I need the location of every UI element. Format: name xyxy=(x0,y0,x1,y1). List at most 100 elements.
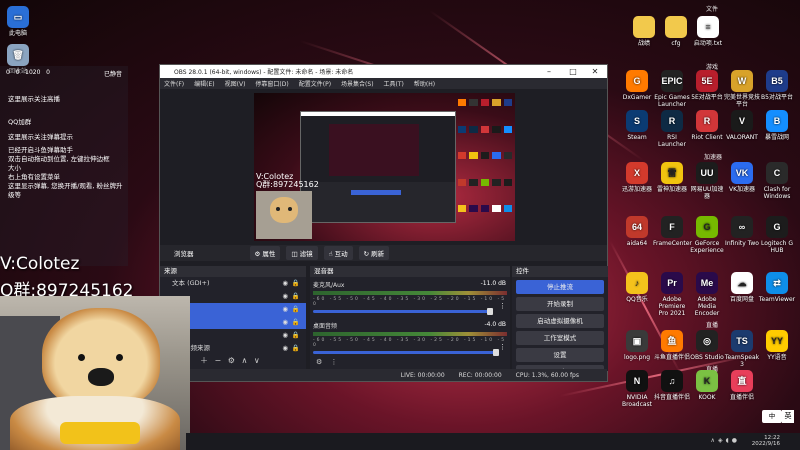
danmaku-stats: 0 0 1020 0 xyxy=(6,69,50,76)
danmaku-panel[interactable]: 0 0 1020 0 已静音 这里展示关注高播 QQ加群 这里展示关注弹幕提示 … xyxy=(0,66,128,266)
desktop-icon-uu[interactable]: UU 网易UU加速器 xyxy=(688,162,726,200)
start-virtual-camera-button[interactable]: 启动虚拟摄像机 xyxy=(516,314,604,328)
studio-mode-button[interactable]: 工作室模式 xyxy=(516,331,604,345)
lock-icon[interactable]: 🔒 xyxy=(292,342,300,355)
mixer-menu-icon[interactable]: ⋮ xyxy=(499,343,506,351)
desktop-icon-obs[interactable]: ◎ OBS Studio xyxy=(688,330,726,361)
menu-file[interactable]: 文件(F) xyxy=(164,79,184,88)
mixer-dock-header: 混音器 xyxy=(310,266,510,277)
eye-icon[interactable]: ◉ xyxy=(282,316,288,329)
system-tray-clock[interactable]: 12:22 2022/9/16 xyxy=(752,435,780,447)
mixer-menu-icon[interactable]: ⋮ xyxy=(499,302,506,310)
desktop-icon-epic-games[interactable]: EPIC Epic Games Launcher xyxy=(653,70,691,108)
menu-tools[interactable]: 工具(T) xyxy=(384,79,404,88)
desktop-icon-valorant[interactable]: V VALORANT xyxy=(723,110,761,141)
menu-docks[interactable]: 停靠窗口(D) xyxy=(255,79,288,88)
settings-button[interactable]: 设置 xyxy=(516,348,604,362)
filters-button[interactable]: ◫ 滤镜 xyxy=(286,246,318,260)
desktop-icon-computer[interactable]: ▭ 此电脑 xyxy=(0,6,40,37)
wechat-tray-icon[interactable]: ● xyxy=(732,437,740,444)
mixer-more-icon[interactable]: ⋮ xyxy=(331,358,338,366)
start-recording-button[interactable]: 开始录制 xyxy=(516,297,604,311)
framecenter-icon: F xyxy=(661,216,683,238)
source-settings-icon[interactable]: ⚙ xyxy=(228,356,235,365)
advanced-audio-icon[interactable]: ⚙ xyxy=(316,358,322,366)
desktop-icon-xunyou[interactable]: X 迅游加速器 xyxy=(618,162,656,193)
desktop-icon-clash[interactable]: C Clash for Windows xyxy=(758,162,796,200)
desktop-icon-leishen[interactable]: 雷雷神加速器 xyxy=(653,162,691,193)
desktop-icon-dxgamer[interactable]: G DxGamer xyxy=(618,70,656,101)
desktop-icon-kook[interactable]: K KOOK xyxy=(688,370,726,401)
desktop-icon-vk[interactable]: VK VK加速器 xyxy=(723,162,761,193)
ime-mode-indicator[interactable]: 中 xyxy=(762,410,782,423)
desktop-icon-teamviewer[interactable]: ⇄ TeamViewer xyxy=(758,272,796,303)
desktop-icon-label: B5对战平台 xyxy=(761,94,793,101)
menu-profile[interactable]: 配置文件(P) xyxy=(299,79,331,88)
desktop-icon-douyin[interactable]: ♫ 抖音直播伴侣 xyxy=(653,370,691,401)
minimize-icon[interactable]: – xyxy=(539,65,559,78)
desktop-icon-premiere[interactable]: Pr Adobe Premiere Pro 2021 xyxy=(653,272,691,317)
desktop-icon-nvidia-broadcast[interactable]: N NVIDIA Broadcast xyxy=(618,370,656,408)
volume-slider[interactable] xyxy=(313,308,493,315)
remove-source-icon[interactable]: − xyxy=(215,356,222,365)
desktop-icon-media-encoder[interactable]: Me Adobe Media Encoder xyxy=(688,272,726,317)
desktop-icon-yy[interactable]: YY YY语音 xyxy=(758,330,796,361)
desktop-icon-steam[interactable]: S Steam xyxy=(618,110,656,141)
desktop-icon-aida64[interactable]: 64 aida64 xyxy=(618,216,656,247)
obs-window[interactable]: OBS 28.0.1 (64-bit, windows) - 配置文件: 未命名… xyxy=(159,64,608,382)
add-source-icon[interactable]: ＋ xyxy=(200,356,208,365)
desktop-icon-logitech[interactable]: G Logitech G HUB xyxy=(758,216,796,254)
refresh-button[interactable]: ↻ 刷新 xyxy=(358,246,390,260)
desktop-icon-battlenet[interactable]: B 暴雪战网 xyxy=(758,110,796,141)
desktop-icon-live-companion[interactable]: 直直播伴侣 xyxy=(723,370,761,401)
menu-help[interactable]: 帮助(H) xyxy=(414,79,435,88)
desktop-icon-teamspeak[interactable]: TS TeamSpeak 3 xyxy=(723,330,761,368)
desktop-icon-geforce[interactable]: G GeForce Experience xyxy=(688,216,726,254)
lock-icon[interactable]: 🔒 xyxy=(292,329,300,342)
network-icon[interactable]: ◈ xyxy=(718,437,726,444)
move-down-icon[interactable]: ∨ xyxy=(254,356,260,365)
chevron-up-icon[interactable]: ∧ xyxy=(711,437,718,444)
properties-button[interactable]: ⚙ 属性 xyxy=(249,246,281,260)
desktop-icon-5e[interactable]: 5E 5E对战平台 xyxy=(688,70,726,101)
menu-edit[interactable]: 编辑(E) xyxy=(194,79,214,88)
desktop-icon-b5[interactable]: B5 B5对战平台 xyxy=(758,70,796,101)
eye-icon[interactable]: ◉ xyxy=(282,277,288,290)
desktop-icon-qq-music[interactable]: ♪ QQ音乐 xyxy=(618,272,656,303)
uu-icon: UU xyxy=(696,162,718,184)
desktop-file-startup[interactable]: ≡ 启动项.txt xyxy=(686,16,730,47)
desktop-icon-infinity[interactable]: ∞ Infinity Two xyxy=(723,216,761,247)
desktop-icon-framecenter[interactable]: F FrameCenter xyxy=(653,216,692,247)
menu-scene-collection[interactable]: 场景集合(S) xyxy=(341,79,374,88)
lock-icon[interactable]: 🔒 xyxy=(292,316,300,329)
leishen-icon: 雷 xyxy=(661,162,683,184)
desktop-icon-perfect-world[interactable]: W 完美世界竞技平台 xyxy=(723,70,761,108)
eye-icon[interactable]: ◉ xyxy=(282,329,288,342)
lock-icon[interactable]: 🔒 xyxy=(292,277,300,290)
obs-titlebar[interactable]: OBS 28.0.1 (64-bit, windows) - 配置文件: 未命名… xyxy=(160,65,607,78)
desktop-icon-rsi[interactable]: R RSI Launcher xyxy=(653,110,691,148)
desktop-icon-douyu[interactable]: 鱼斗鱼直播伴侣 xyxy=(653,330,691,361)
eye-icon[interactable]: ◉ xyxy=(282,303,288,316)
eye-icon[interactable]: ◉ xyxy=(282,342,288,355)
volume-slider[interactable] xyxy=(313,349,499,356)
interact-button[interactable]: ☝ 互动 xyxy=(323,246,353,260)
close-icon[interactable]: ✕ xyxy=(585,65,605,78)
desktop-icon-riot[interactable]: R Riot Client xyxy=(688,110,726,141)
move-up-icon[interactable]: ∧ xyxy=(242,356,248,365)
obs-preview[interactable]: V:Colotez Q群:897245162 xyxy=(254,93,515,241)
desktop-icon-baidu-netdisk[interactable]: ☁ 百度网盘 xyxy=(723,272,761,303)
mixer-dock[interactable]: 麦克风/Aux -11.0 dB -60 -55 -50 -45 -40 -35… xyxy=(310,277,510,371)
desktop-icon-image-file[interactable]: ▣ logo.png xyxy=(618,330,656,361)
lock-icon[interactable]: 🔒 xyxy=(292,290,300,303)
eye-icon[interactable]: ◉ xyxy=(282,290,288,303)
source-item[interactable]: 文本 (GDI+) ◉ 🔒 xyxy=(160,277,306,290)
stop-streaming-button[interactable]: 停止推流 xyxy=(516,280,604,294)
desktop-icon-label: 抖音直播伴侣 xyxy=(653,394,690,401)
ime-alt-indicator[interactable]: 英 xyxy=(782,410,794,423)
desktop-icon-label: VK加速器 xyxy=(728,186,756,193)
desktop-icon-label: Epic Games Launcher xyxy=(654,94,690,108)
lock-icon[interactable]: 🔒 xyxy=(292,303,300,316)
maximize-icon[interactable]: □ xyxy=(563,65,583,78)
menu-view[interactable]: 视图(V) xyxy=(225,79,246,88)
